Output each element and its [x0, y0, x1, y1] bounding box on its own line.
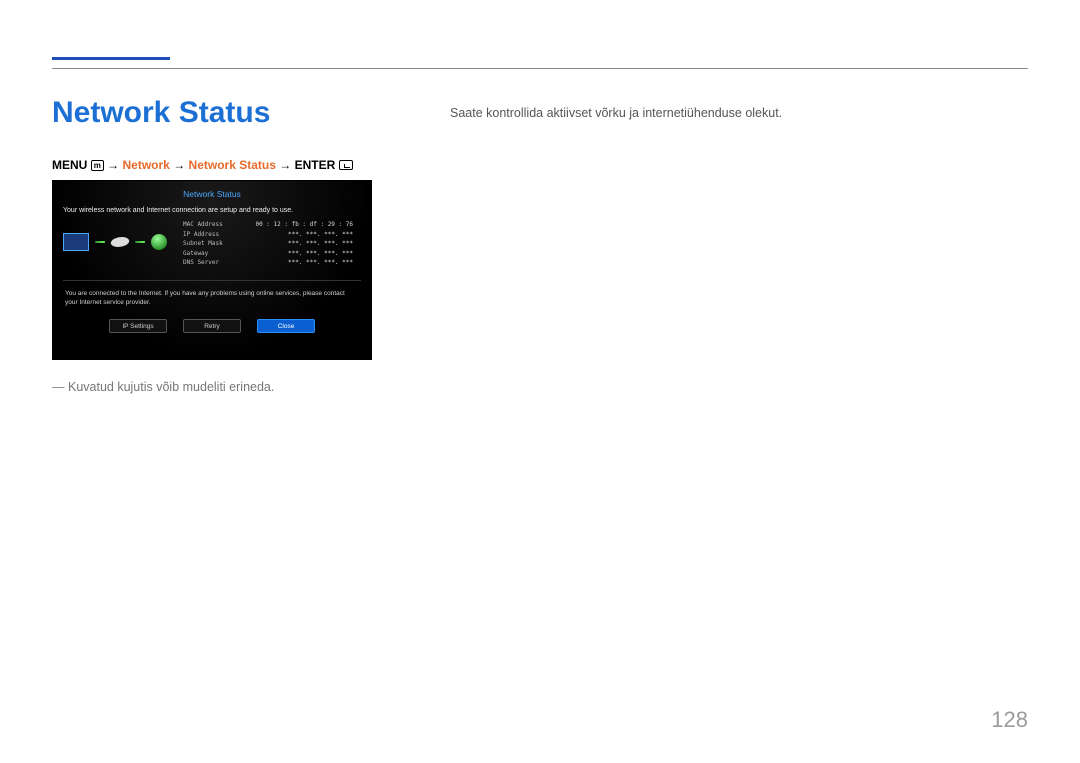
ip-settings-button[interactable]: IP Settings — [109, 319, 167, 333]
tv-status-message: Your wireless network and Internet conne… — [53, 203, 371, 218]
router-icon — [109, 237, 131, 247]
arrow-icon: → — [279, 158, 291, 172]
detail-row: Subnet Mask ***. ***. ***. *** — [183, 239, 353, 249]
close-button[interactable]: Close — [257, 319, 315, 333]
menu-icon: m — [91, 160, 104, 171]
detail-row: Gateway ***. ***. ***. *** — [183, 249, 353, 259]
tv-button-row: IP Settings Retry Close — [53, 319, 371, 343]
arrow-icon: → — [173, 158, 185, 172]
enter-icon — [339, 160, 353, 170]
image-note: Kuvatud kujutis võib mudeliti erineda. — [52, 380, 274, 394]
detail-value: ***. ***. ***. *** — [288, 249, 353, 259]
arrow-icon: → — [107, 158, 119, 172]
page-title: Network Status — [52, 96, 270, 130]
tv-screenshot: Network Status Your wireless network and… — [52, 180, 372, 360]
detail-value: 00 : 12 : fb : df : 29 : 76 — [255, 220, 353, 230]
tv-info-message: You are connected to the Internet. If yo… — [53, 285, 371, 319]
page-number: 128 — [991, 707, 1028, 733]
detail-value: ***. ***. ***. *** — [288, 239, 353, 249]
detail-value: ***. ***. ***. *** — [288, 258, 353, 268]
detail-label: DNS Server — [183, 258, 219, 268]
detail-row: IP Address ***. ***. ***. *** — [183, 230, 353, 240]
detail-value: ***. ***. ***. *** — [288, 230, 353, 240]
network-details: MAC Address 00 : 12 : fb : df : 29 : 76 I… — [183, 220, 353, 268]
connection-diagram — [63, 220, 173, 264]
description-text: Saate kontrollida aktiivset võrku ja int… — [450, 106, 782, 120]
menu-label: MENU — [52, 158, 87, 172]
globe-icon — [151, 234, 167, 250]
detail-row: DNS Server ***. ***. ***. *** — [183, 258, 353, 268]
divider — [63, 280, 361, 281]
tv-dialog-title: Network Status — [53, 181, 371, 203]
connection-line-icon — [95, 241, 105, 243]
connection-line-icon — [135, 241, 145, 243]
accent-bar — [52, 57, 170, 60]
detail-label: Subnet Mask — [183, 239, 223, 249]
top-rule — [52, 68, 1028, 69]
retry-button[interactable]: Retry — [183, 319, 241, 333]
detail-label: Gateway — [183, 249, 208, 259]
detail-label: IP Address — [183, 230, 219, 240]
enter-label: ENTER — [295, 158, 336, 172]
tv-icon — [63, 233, 89, 251]
detail-label: MAC Address — [183, 220, 223, 230]
menu-path: MENU m → Network → Network Status → ENTE… — [52, 158, 353, 172]
menu-step-network: Network — [123, 158, 170, 172]
menu-step-status: Network Status — [189, 158, 276, 172]
detail-row: MAC Address 00 : 12 : fb : df : 29 : 76 — [183, 220, 353, 230]
